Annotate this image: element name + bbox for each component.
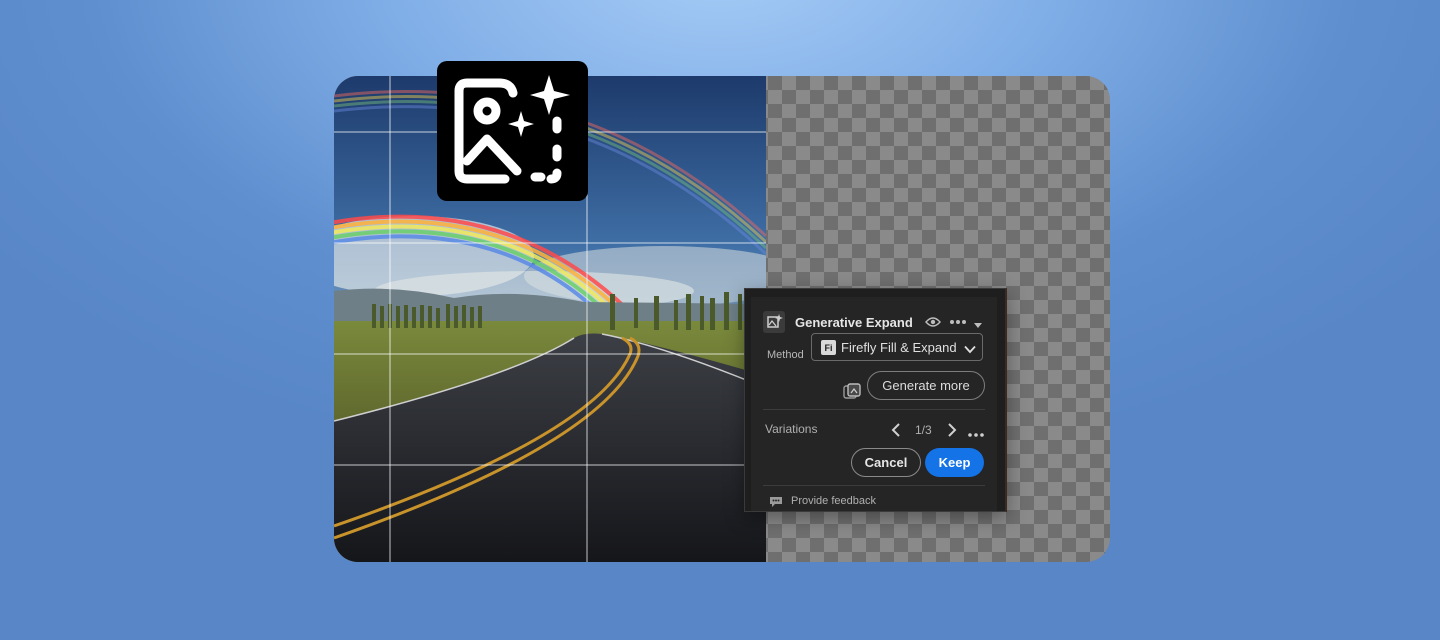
- generate-more-button[interactable]: Generate more: [867, 371, 985, 400]
- firefly-badge: Fi: [821, 340, 836, 355]
- chevron-right-icon[interactable]: [947, 423, 957, 442]
- eye-icon[interactable]: [925, 315, 941, 333]
- method-dropdown[interactable]: Fi Firefly Fill & Expand: [811, 333, 983, 361]
- variations-more-icon[interactable]: [967, 426, 985, 444]
- variation-counter: 1/3: [915, 423, 932, 437]
- variations-label: Variations: [765, 422, 818, 436]
- dropdown-chevron-icon: [964, 342, 976, 357]
- generative-expand-panel: Generative Expand Method Fi Firefly Fill…: [744, 288, 1007, 512]
- chevron-left-icon[interactable]: [891, 423, 901, 442]
- generative-expand-app-icon: [437, 61, 588, 201]
- divider: [763, 485, 985, 486]
- generate-variations-icon[interactable]: [843, 383, 861, 404]
- method-label: Method: [767, 349, 804, 361]
- keep-button[interactable]: Keep: [925, 448, 984, 477]
- cancel-button[interactable]: Cancel: [851, 448, 921, 477]
- feedback-icon[interactable]: [769, 495, 783, 513]
- generative-expand-small-icon: [763, 311, 785, 333]
- more-horizontal-icon[interactable]: [949, 315, 967, 333]
- generative-expand-icon: [454, 75, 570, 184]
- method-value: Firefly Fill & Expand: [841, 340, 957, 355]
- panel-title: Generative Expand: [795, 315, 913, 330]
- panel-body: Generative Expand Method Fi Firefly Fill…: [751, 297, 997, 511]
- provide-feedback-link[interactable]: Provide feedback: [791, 495, 876, 507]
- divider: [763, 409, 985, 410]
